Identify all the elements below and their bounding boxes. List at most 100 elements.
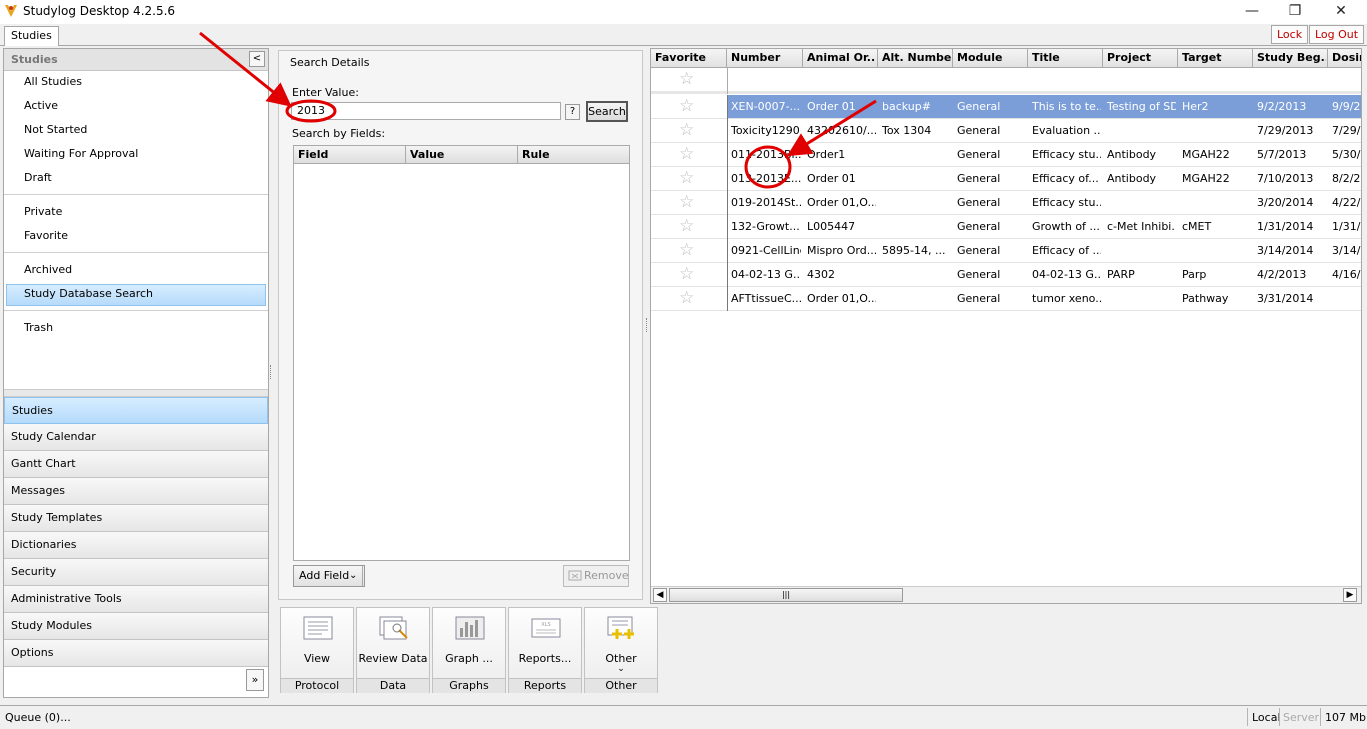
minimize-icon[interactable]: —	[1238, 2, 1266, 20]
nav-item-draft[interactable]: Draft	[24, 168, 52, 188]
studies-grid[interactable]: Favorite Number Animal Or... Alt. Number Mod…	[650, 48, 1362, 604]
module-gantt-chart[interactable]: Gantt Chart	[4, 451, 268, 478]
local-status: Local	[1252, 711, 1281, 724]
favorite-star-icon[interactable]: ☆	[679, 169, 694, 187]
column-header[interactable]: Number	[731, 51, 801, 64]
vertical-splitter[interactable]	[646, 318, 649, 332]
panel-splitter[interactable]	[4, 389, 268, 397]
action-toolbar: View Protocol Review Data Data Graph ...…	[278, 604, 1366, 694]
table-row[interactable]: ☆ AFTtissueC... Order 01,O... General tumor …	[651, 287, 1361, 311]
favorite-star-icon[interactable]: ☆	[679, 265, 694, 283]
expand-modules-button[interactable]: »	[246, 669, 264, 691]
scrollbar-thumb[interactable]: |||	[669, 588, 903, 602]
module-security[interactable]: Security	[4, 559, 268, 586]
queue-status[interactable]: Queue (0)...	[5, 711, 71, 724]
remove-icon	[568, 570, 582, 581]
nav-item-not-started[interactable]: Not Started	[24, 120, 87, 140]
lock-button[interactable]: Lock	[1271, 25, 1309, 44]
remove-button[interactable]: Remove	[563, 565, 629, 587]
favorite-star-icon[interactable]: ☆	[679, 217, 694, 235]
column-header[interactable]: Favorite	[655, 51, 725, 64]
column-header[interactable]: Module	[957, 51, 1026, 64]
collapse-panel-button[interactable]: <	[249, 51, 265, 67]
nav-item-trash[interactable]: Trash	[24, 318, 53, 338]
nav-item-all-studies[interactable]: All Studies	[24, 72, 82, 92]
scroll-left-icon[interactable]: ◀	[653, 588, 667, 602]
favorite-star-icon[interactable]: ☆	[679, 241, 694, 259]
nav-item-favorite[interactable]: Favorite	[24, 226, 68, 246]
restore-icon[interactable]: ❐	[1281, 2, 1309, 20]
table-cell: Antibody	[1107, 172, 1157, 185]
column-field[interactable]: Field	[298, 148, 328, 161]
module-options[interactable]: Options	[4, 640, 268, 667]
favorite-filter-row[interactable]: ☆	[651, 68, 1361, 94]
tab-studies[interactable]: Studies	[4, 26, 59, 46]
table-row[interactable]: ☆ Toxicity12901 43202610/... Tox 1304 Genera…	[651, 119, 1361, 143]
close-icon[interactable]: ✕	[1327, 2, 1355, 20]
module-studies[interactable]: Studies	[4, 397, 268, 424]
reports-button[interactable]: XLS Reports... Reports	[508, 607, 582, 693]
graph-button[interactable]: Graph ... Graphs	[432, 607, 506, 693]
search-value-input[interactable]: 2013 ▼	[291, 102, 571, 171]
table-row[interactable]: ☆ 013-2013E... Order 01 General Efficacy of…	[651, 167, 1361, 191]
favorite-star-icon[interactable]: ☆	[679, 97, 694, 115]
favorite-star-icon[interactable]: ☆	[679, 193, 694, 211]
nav-item-private[interactable]: Private	[24, 202, 62, 222]
table-row[interactable]: ☆ 132-Growt... L005447 General Growth of ...…	[651, 215, 1361, 239]
nav-item-study-database-search[interactable]: Study Database Search	[24, 284, 153, 304]
module-administrative-tools[interactable]: Administrative Tools	[4, 586, 268, 613]
table-cell: 0921-CellLine	[731, 244, 801, 257]
nav-item-archived[interactable]: Archived	[24, 260, 72, 280]
table-cell: General	[957, 172, 1001, 185]
table-row[interactable]: ☆ 011-2013Bi... Order1 General Efficacy stu.…	[651, 143, 1361, 167]
table-cell: 1/31/	[1332, 220, 1361, 233]
divider	[362, 566, 363, 586]
table-row[interactable]: ☆ 04-02-13 G... 4302 General 04-02-13 G... PA…	[651, 263, 1361, 287]
column-header[interactable]: Alt. Number	[882, 51, 951, 64]
studies-header-label: Studies	[11, 53, 58, 66]
nav-item-waiting-for-approval[interactable]: Waiting For Approval	[24, 144, 138, 164]
table-row[interactable]: ☆ XEN-0007-... Order 01 backup# General This …	[651, 95, 1361, 119]
add-field-button[interactable]: Add Field ⌄	[293, 565, 365, 587]
search-fields-table[interactable]: Field Value Rule	[293, 145, 630, 561]
column-value[interactable]: Value	[410, 148, 444, 161]
favorite-star-icon[interactable]: ☆	[679, 145, 694, 163]
table-row[interactable]: ☆ 0921-CellLine Mispro Ord... 5895-14, ... G…	[651, 239, 1361, 263]
star-icon[interactable]: ☆	[679, 70, 694, 88]
module-study-modules[interactable]: Study Modules	[4, 613, 268, 640]
table-cell: Parp	[1182, 268, 1207, 281]
favorite-star-icon[interactable]: ☆	[679, 121, 694, 139]
column-divider	[1177, 49, 1178, 68]
search-details-panel: Search Details Enter Value: 2013 ▼ ? Sea…	[278, 50, 643, 600]
scroll-right-icon[interactable]: ▶	[1343, 588, 1357, 602]
module-dictionaries[interactable]: Dictionaries	[4, 532, 268, 559]
table-row[interactable]: ☆ 019-2014St... Order 01,O... General Effica…	[651, 191, 1361, 215]
column-rule[interactable]: Rule	[522, 148, 550, 161]
log-out-button[interactable]: Log Out	[1309, 25, 1365, 44]
review-data-button[interactable]: Review Data Data	[356, 607, 430, 693]
review-data-icon	[379, 616, 408, 640]
other-button[interactable]: Other ⌄ Other	[584, 607, 658, 693]
chevron-down-icon[interactable]: ⌄	[349, 566, 357, 586]
column-header[interactable]: Target	[1182, 51, 1251, 64]
nav-item-active[interactable]: Active	[24, 96, 58, 116]
table-cell: 9/9/2	[1332, 100, 1361, 113]
column-header[interactable]: Study Beg...	[1257, 51, 1326, 64]
module-study-templates[interactable]: Study Templates	[4, 505, 268, 532]
help-button[interactable]: ?	[565, 104, 580, 120]
vertical-splitter[interactable]	[270, 365, 273, 379]
column-header[interactable]: Project	[1107, 51, 1176, 64]
module-messages[interactable]: Messages	[4, 478, 268, 505]
column-header[interactable]: Title	[1032, 51, 1101, 64]
table-cell: 4/16/	[1332, 268, 1361, 281]
module-study-calendar[interactable]: Study Calendar	[4, 424, 268, 451]
column-header[interactable]: Dosin	[1332, 51, 1361, 64]
horizontal-scrollbar[interactable]: ◀ ||| ▶	[651, 586, 1361, 603]
search-button[interactable]: Search	[586, 101, 628, 122]
fields-table-header: Field Value Rule	[294, 146, 629, 164]
favorite-star-icon[interactable]: ☆	[679, 289, 694, 307]
column-header[interactable]: Animal Or...	[807, 51, 876, 64]
reports-caption: Reports	[509, 678, 581, 693]
column-divider	[1327, 49, 1328, 68]
view-protocol-button[interactable]: View Protocol	[280, 607, 354, 693]
